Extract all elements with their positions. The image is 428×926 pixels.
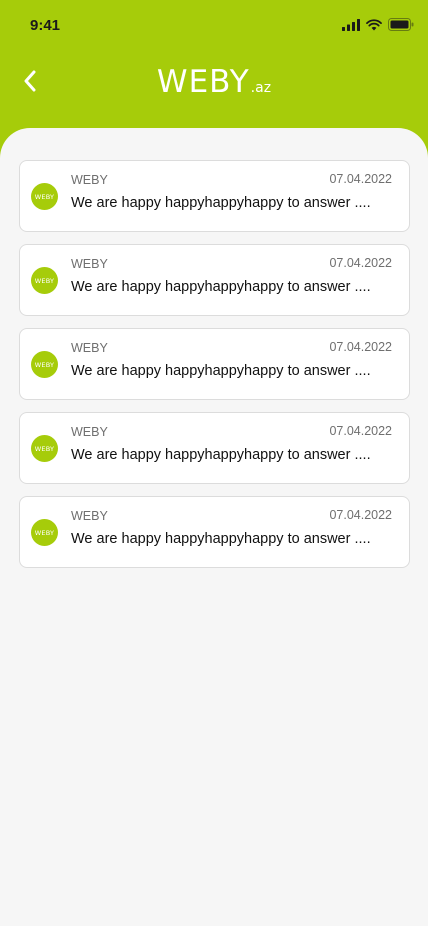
wifi-icon	[366, 18, 382, 30]
avatar: WEBY	[31, 435, 58, 462]
message-card[interactable]: WEBY WEBY 07.04.2022 We are happy happyh…	[19, 160, 410, 232]
message-preview: We are happy happyhappyhappy to answer .…	[71, 447, 371, 463]
status-time: 9:41	[30, 17, 61, 34]
message-sender: WEBY	[71, 341, 108, 355]
signal-icon	[342, 18, 360, 31]
message-card[interactable]: WEBY WEBY 07.04.2022 We are happy happyh…	[19, 244, 410, 316]
message-date: 07.04.2022	[329, 172, 392, 186]
battery-icon	[388, 18, 414, 31]
message-preview: We are happy happyhappyhappy to answer .…	[71, 195, 371, 211]
message-sender: WEBY	[71, 173, 108, 187]
message-preview: We are happy happyhappyhappy to answer .…	[71, 363, 371, 379]
avatar: WEBY	[31, 519, 58, 546]
message-sender: WEBY	[71, 509, 108, 523]
logo-main-text: WEBY	[156, 64, 250, 100]
message-date: 07.04.2022	[329, 424, 392, 438]
message-list: WEBY WEBY 07.04.2022 We are happy happyh…	[19, 160, 410, 568]
avatar: WEBY	[31, 267, 58, 294]
message-preview: We are happy happyhappyhappy to answer .…	[71, 279, 371, 295]
message-card[interactable]: WEBY WEBY 07.04.2022 We are happy happyh…	[19, 412, 410, 484]
status-icons	[342, 18, 414, 31]
message-date: 07.04.2022	[329, 508, 392, 522]
status-bar: 9:41	[0, 0, 428, 50]
avatar: WEBY	[31, 351, 58, 378]
message-card[interactable]: WEBY WEBY 07.04.2022 We are happy happyh…	[19, 496, 410, 568]
message-date: 07.04.2022	[329, 256, 392, 270]
message-sender: WEBY	[71, 425, 108, 439]
avatar: WEBY	[31, 183, 58, 210]
logo-sub-text: .az	[250, 80, 272, 96]
weby-logo: WEBY.az	[0, 64, 428, 100]
content-panel: WEBY WEBY 07.04.2022 We are happy happyh…	[0, 128, 428, 926]
message-sender: WEBY	[71, 257, 108, 271]
message-preview: We are happy happyhappyhappy to answer .…	[71, 531, 371, 547]
message-card[interactable]: WEBY WEBY 07.04.2022 We are happy happyh…	[19, 328, 410, 400]
message-date: 07.04.2022	[329, 340, 392, 354]
